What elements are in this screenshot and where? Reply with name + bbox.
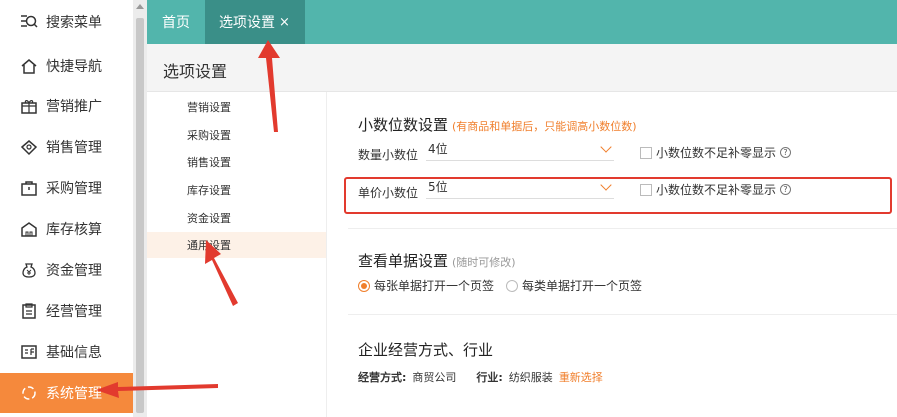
submenu-item-general[interactable]: 通用设置	[147, 232, 326, 258]
submenu-item-purchase[interactable]: 采购设置	[147, 122, 326, 148]
tab-home-label: 首页	[162, 15, 190, 31]
warehouse-icon	[20, 220, 38, 238]
business-info: 经营方式: 商贸公司 行业: 纺织服装 重新选择	[358, 369, 603, 385]
clipboard-icon	[20, 302, 38, 320]
tab-bar: 首页 选项设置 ×	[147, 0, 897, 44]
sidebar-item-label: 经营管理	[46, 304, 102, 320]
submenu-item-label: 销售设置	[187, 156, 231, 169]
scrollbar-thumb[interactable]	[136, 18, 144, 413]
sidebar-item-inventory[interactable]: 库存核算	[0, 209, 133, 249]
sidebar-item-label: 搜索菜单	[46, 15, 102, 31]
sidebar-item-label: 采购管理	[46, 181, 102, 197]
decimal-hint: (有商品和单据后，只能调高小数位数)	[452, 120, 637, 133]
qty-decimal-select[interactable]: 4位	[426, 137, 614, 161]
info-card-icon	[20, 343, 38, 361]
highlight-box	[344, 177, 892, 214]
sidebar-item-search-menu[interactable]: 搜索菜单	[0, 2, 133, 42]
submenu-item-inventory[interactable]: 库存设置	[147, 177, 326, 203]
section-divider	[348, 228, 897, 229]
tab-current-label: 选项设置	[219, 15, 275, 31]
submenu-item-label: 通用设置	[187, 239, 231, 252]
sidebar-item-marketing[interactable]: 营销推广	[0, 86, 133, 126]
settings-submenu: 营销设置 采购设置 销售设置 库存设置 资金设置 通用设置	[147, 92, 327, 417]
sidebar-item-quick-nav[interactable]: 快捷导航	[0, 46, 133, 86]
mode-label: 经营方式:	[358, 371, 407, 384]
page-title: 选项设置	[163, 62, 228, 81]
settings-main: 小数位数设置 (有商品和单据后，只能调高小数位数) 数量小数位 4位 小数位数不足…	[328, 92, 897, 417]
sidebar-item-sales[interactable]: 销售管理	[0, 127, 133, 167]
view-hint: (随时可修改)	[452, 256, 516, 269]
sidebar-item-label: 基础信息	[46, 345, 102, 361]
sidebar-item-system[interactable]: 系统管理	[0, 373, 133, 413]
sidebar-item-label: 资金管理	[46, 263, 102, 279]
search-menu-icon	[20, 13, 38, 31]
decimal-section-title: 小数位数设置 (有商品和单据后，只能调高小数位数)	[358, 114, 637, 135]
page-header: 选项设置	[147, 44, 897, 92]
radio-each-doc[interactable]	[358, 279, 370, 292]
sidebar-item-label: 库存核算	[46, 222, 102, 238]
scroll-up-icon[interactable]	[136, 4, 144, 9]
sidebar: 搜索菜单 快捷导航 营销推广 销售管理 采购管理 库存核算 资金管理 经营管理 …	[0, 0, 133, 417]
sidebar-item-funds[interactable]: 资金管理	[0, 250, 133, 290]
sidebar-item-business[interactable]: 经营管理	[0, 291, 133, 331]
qty-zero-pad-checkbox[interactable]	[640, 146, 652, 159]
decimal-title: 小数位数设置	[358, 116, 449, 134]
home-icon	[20, 57, 38, 75]
view-option-each-doc[interactable]: 每张单据打开一个页签	[358, 277, 494, 294]
section-divider	[348, 314, 897, 315]
industry-value: 纺织服装	[508, 371, 553, 384]
view-title: 查看单据设置	[358, 252, 449, 270]
submenu-item-funds[interactable]: 资金设置	[147, 205, 326, 231]
mode-value: 商贸公司	[412, 371, 457, 384]
submenu-item-sales[interactable]: 销售设置	[147, 149, 326, 175]
bag-icon	[20, 179, 38, 197]
close-icon[interactable]: ×	[279, 15, 290, 30]
sidebar-item-basic-info[interactable]: 基础信息	[0, 332, 133, 372]
tab-options-settings[interactable]: 选项设置 ×	[205, 0, 305, 44]
sidebar-item-label: 快捷导航	[46, 59, 102, 75]
reselect-link[interactable]: 重新选择	[559, 369, 603, 385]
settings-icon	[20, 384, 38, 402]
submenu-item-label: 资金设置	[187, 212, 231, 225]
view-option-each-doc-label: 每张单据打开一个页签	[374, 279, 495, 293]
submenu-item-label: 营销设置	[187, 101, 231, 114]
industry-label: 行业:	[476, 371, 503, 384]
business-section-title: 企业经营方式、行业	[358, 341, 494, 359]
view-option-each-type-label: 每类单据打开一个页签	[522, 279, 643, 293]
view-option-each-type[interactable]: 每类单据打开一个页签	[506, 277, 642, 294]
tab-home[interactable]: 首页	[147, 0, 205, 44]
sidebar-item-label: 销售管理	[46, 140, 102, 156]
money-icon	[20, 261, 38, 279]
submenu-item-label: 采购设置	[187, 129, 231, 142]
help-icon[interactable]: ?	[780, 147, 792, 158]
sidebar-item-label: 系统管理	[46, 386, 102, 402]
qty-decimal-value: 4位	[428, 142, 448, 156]
view-section-title: 查看单据设置 (随时可修改)	[358, 250, 516, 271]
sales-icon	[20, 138, 38, 156]
qty-zero-pad-label: 小数位数不足补零显示	[656, 146, 777, 160]
submenu-item-marketing[interactable]: 营销设置	[147, 94, 326, 120]
chevron-down-icon	[600, 141, 612, 153]
qty-decimal-label: 数量小数位	[358, 148, 419, 162]
radio-each-type[interactable]	[506, 279, 518, 292]
qty-zero-pad-option[interactable]: 小数位数不足补零显示 ?	[640, 144, 792, 161]
submenu-item-label: 库存设置	[187, 184, 231, 197]
sidebar-item-purchase[interactable]: 采购管理	[0, 168, 133, 208]
sidebar-item-label: 营销推广	[46, 99, 102, 115]
sidebar-scrollbar[interactable]	[133, 0, 147, 417]
gift-icon	[20, 97, 38, 115]
